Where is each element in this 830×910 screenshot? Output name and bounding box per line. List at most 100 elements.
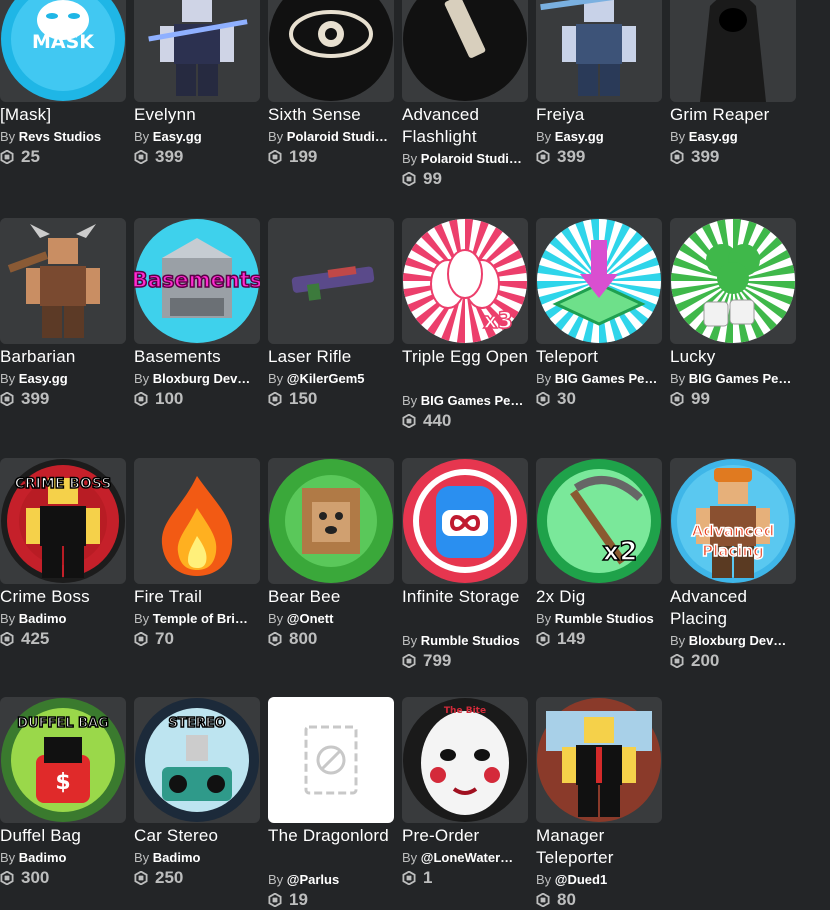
item-name[interactable]: Laser Rifle [268,346,400,368]
item-name[interactable]: Bear Bee [268,586,400,608]
creator-link[interactable]: Easy.gg [153,129,202,144]
item-name[interactable]: Lucky [670,346,802,368]
barbarian-avatar-icon[interactable] [0,218,126,344]
by-label: By [402,633,418,648]
creator-link[interactable]: Polaroid Studi… [287,129,388,144]
item-creator[interactable]: By Polaroid Studi… [402,151,528,167]
item-name[interactable]: 2x Dig [536,586,668,608]
creator-link[interactable]: @Onett [287,611,334,626]
armored-knight-avatar-icon[interactable] [134,0,260,102]
price-value: 399 [557,147,586,166]
laser-rifle-icon[interactable] [268,218,394,344]
creator-link[interactable]: @Dued1 [555,872,607,887]
creator-link[interactable]: Polaroid Studi… [421,151,522,166]
item-name[interactable]: Grim Reaper [670,104,802,126]
item-name[interactable]: Duffel Bag [0,825,132,847]
item-name[interactable]: Advanced Placing [670,586,802,630]
item-creator[interactable]: By BIG Games Pe… [670,371,796,387]
anonymous-mask-icon[interactable]: MASK [0,0,126,102]
eggs-icon[interactable]: x3 [402,218,528,344]
creator-link[interactable]: @Parlus [287,872,339,887]
creator-link[interactable]: Bloxburg Dev… [689,633,787,648]
ice-warrior-avatar-icon[interactable] [536,0,662,102]
robux-icon [134,150,148,164]
item-name[interactable]: Basements [134,346,266,368]
item-creator[interactable]: By Easy.gg [134,129,260,145]
item-name[interactable]: Manager Teleporter [536,825,668,869]
basement-room-icon[interactable]: Basements [134,218,260,344]
item-creator[interactable]: By @Onett [268,611,394,627]
item-name[interactable]: Evelynn [134,104,266,126]
creator-link[interactable]: BIG Games Pe… [421,393,524,408]
creator-link[interactable]: Rumble Studios [555,611,654,626]
item-name[interactable]: Sixth Sense [268,104,400,126]
puppet-mask-icon[interactable]: The Bite [402,697,528,823]
svg-text:$: $ [55,770,70,795]
item-creator[interactable]: By @Parlus [268,872,394,888]
item-creator[interactable]: By Easy.gg [0,371,126,387]
item-creator[interactable]: By Badimo [0,850,126,866]
item-price: 440 [402,411,451,431]
pickaxe-icon[interactable]: x2 [536,458,662,584]
item-creator[interactable]: By Badimo [0,611,126,627]
item-creator[interactable]: By Polaroid Studi… [268,129,394,145]
item-creator[interactable]: By Bloxburg Dev… [670,633,796,649]
item-name[interactable]: Barbarian [0,346,132,368]
image-unavailable-icon[interactable] [268,697,394,823]
item-name[interactable]: Fire Trail [134,586,266,608]
item-creator[interactable]: By @Dued1 [536,872,662,888]
builder-avatar-icon[interactable]: Advanced Placing [670,458,796,584]
creator-link[interactable]: BIG Games Pe… [555,371,658,386]
creator-link[interactable]: @KilerGem5 [287,371,365,386]
item-creator[interactable]: By Easy.gg [536,129,662,145]
by-label: By [268,611,284,626]
creator-link[interactable]: Easy.gg [555,129,604,144]
flashlight-icon[interactable] [402,0,528,102]
item-name[interactable]: Freiya [536,104,668,126]
creator-link[interactable]: Revs Studios [19,129,101,144]
item-creator[interactable]: By BIG Games Pe… [402,393,528,409]
creator-link[interactable]: @LoneWater… [421,850,513,865]
item-name[interactable]: Car Stereo [134,825,266,847]
bear-bee-icon[interactable] [268,458,394,584]
item-creator[interactable]: By Rumble Studios [536,611,662,627]
creator-link[interactable]: Bloxburg Dev… [153,371,251,386]
item-creator[interactable]: By Rumble Studios [402,633,528,649]
item-creator[interactable]: By Revs Studios [0,129,126,145]
eye-icon[interactable] [268,0,394,102]
creator-link[interactable]: Easy.gg [689,129,738,144]
item-name[interactable]: Pre-Order [402,825,534,847]
item-creator[interactable]: By BIG Games Pe… [536,371,662,387]
creator-link[interactable]: Easy.gg [19,371,68,386]
creator-link[interactable]: Badimo [19,850,67,865]
item-name[interactable]: The Dragonlord [268,825,400,847]
creator-link[interactable]: BIG Games Pe… [689,371,792,386]
item-name[interactable]: Infinite Storage [402,586,534,608]
duffel-bag-icon[interactable]: $ DUFFEL BAG [0,697,126,823]
by-label: By [0,129,16,144]
item-name[interactable]: Triple Egg Open [402,346,534,368]
item-name[interactable]: Advanced Flashlight [402,104,534,148]
crime-boss-badge-icon[interactable]: CRIME BOSS [0,458,126,584]
creator-link[interactable]: Badimo [153,850,201,865]
creator-link[interactable]: Rumble Studios [421,633,520,648]
item-creator[interactable]: By Badimo [134,850,260,866]
manager-avatar-icon[interactable] [536,697,662,823]
item-name[interactable]: Teleport [536,346,668,368]
car-stereo-icon[interactable]: STEREO [134,697,260,823]
creator-link[interactable]: Temple of Bri… [153,611,248,626]
item-name[interactable]: [Mask] [0,104,132,126]
clover-dice-icon[interactable] [670,218,796,344]
teleport-arrow-icon[interactable] [536,218,662,344]
item-creator[interactable]: By @LoneWater… [402,850,528,866]
creator-link[interactable]: Badimo [19,611,67,626]
item-name[interactable]: Crime Boss [0,586,132,608]
item-creator[interactable]: By Temple of Bri… [134,611,260,627]
item-creator[interactable]: By Bloxburg Dev… [134,371,260,387]
item-creator[interactable]: By Easy.gg [670,129,796,145]
fire-icon[interactable] [134,458,260,584]
by-label: By [670,129,686,144]
grim-reaper-avatar-icon[interactable] [670,0,796,102]
item-creator[interactable]: By @KilerGem5 [268,371,394,387]
infinite-backpack-icon[interactable] [402,458,528,584]
